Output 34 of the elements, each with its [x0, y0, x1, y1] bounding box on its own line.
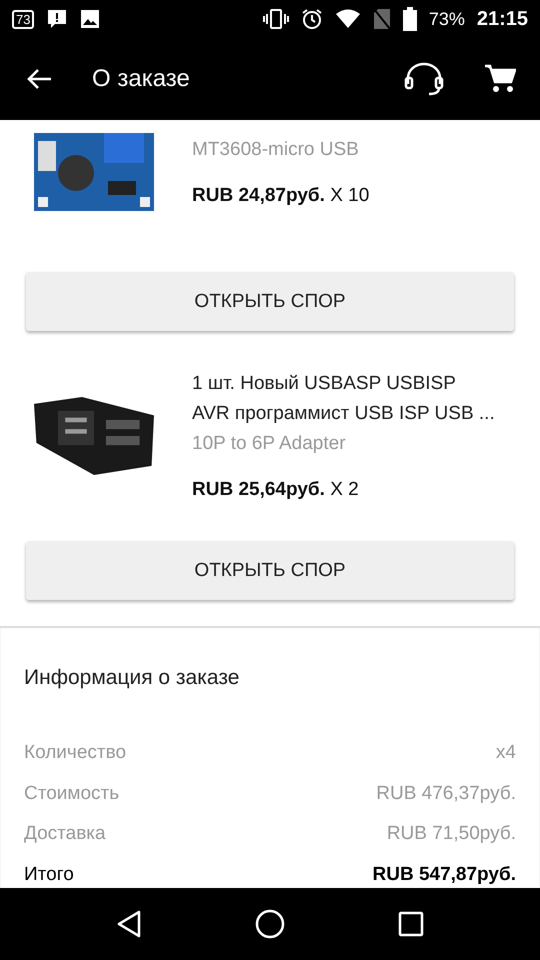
summary-label: Стоимость [24, 782, 120, 806]
open-dispute-button[interactable]: ОТКРЫТЬ СПОР [26, 272, 514, 331]
summary-value: RUB 547,87руб. [372, 864, 516, 886]
battery-percent: 73% [428, 8, 465, 30]
wifi-icon [334, 9, 361, 29]
image-icon [80, 9, 100, 29]
screen-title: О заказе [92, 65, 191, 93]
product-price: RUB 24,87руб. X 10 [192, 185, 370, 207]
product-variant: 10P to 6P Adapter [192, 432, 347, 456]
product-title: 1 шт. Новый USBASP USBISP [192, 372, 457, 396]
summary-value: RUB 476,37руб. [376, 782, 516, 806]
headset-icon[interactable] [404, 62, 444, 96]
summary-label: Доставка [24, 823, 106, 846]
home-nav-icon[interactable] [254, 909, 285, 939]
product-variant: MT3608-micro USB [192, 138, 360, 162]
summary-label: Количество [24, 742, 126, 765]
battery-icon [402, 7, 417, 31]
section-title: Информация о заказе [24, 666, 240, 690]
clock: 21:15 [476, 8, 528, 30]
product-price: RUB 25,64руб. X 2 [192, 479, 360, 501]
summary-label: Итого [24, 864, 74, 886]
cart-icon[interactable] [484, 64, 516, 94]
open-dispute-button[interactable]: ОТКРЫТЬ СПОР [26, 541, 514, 600]
recents-nav-icon[interactable] [398, 911, 424, 937]
no-sim-icon [372, 8, 391, 30]
vibrate-icon [262, 8, 289, 30]
alarm-icon [300, 8, 323, 30]
summary-value: RUB 71,50руб. [386, 823, 516, 846]
product-title: AVR программист USB ISP USB ... [192, 402, 495, 426]
back-nav-icon[interactable] [116, 910, 142, 938]
back-arrow-icon[interactable] [26, 68, 52, 90]
notification-count-icon: 73 [12, 10, 34, 28]
summary-value: x4 [496, 742, 516, 765]
alert-message-icon [46, 8, 68, 30]
